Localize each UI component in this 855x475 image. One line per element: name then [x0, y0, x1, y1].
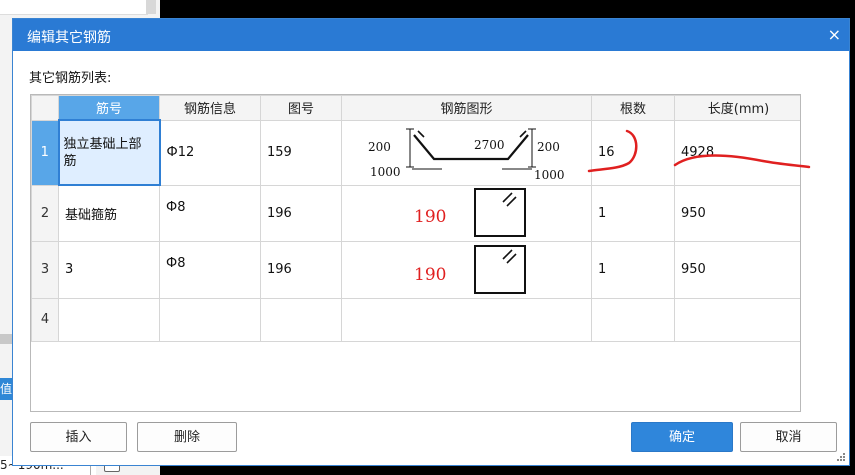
count-cell[interactable]: 1: [591, 240, 675, 299]
header-figure-number[interactable]: 图号: [260, 95, 342, 121]
figure-number-cell[interactable]: 159: [260, 119, 342, 186]
figure-number-cell[interactable]: [260, 297, 342, 342]
bar-shape-cell[interactable]: [341, 297, 592, 342]
figure-number-cell[interactable]: 196: [260, 184, 342, 242]
header-bar-shape[interactable]: 钢筋图形: [341, 95, 592, 121]
resize-grip-icon[interactable]: [836, 452, 846, 462]
bar-shape-cell[interactable]: 200 2700 200 1000 1000: [341, 119, 592, 186]
shape-right-bottom: 1000: [534, 168, 565, 182]
rebar-list-label: 其它钢筋列表:: [29, 71, 112, 86]
bar-shape-cell[interactable]: 190: [341, 184, 592, 242]
delete-button[interactable]: 删除: [137, 422, 237, 452]
bar-info-cell[interactable]: Ф12: [159, 119, 261, 186]
background-side-label: 值: [0, 378, 12, 400]
header-bar-number[interactable]: 筋号: [58, 95, 160, 121]
bar-info-cell[interactable]: [159, 297, 261, 342]
length-cell[interactable]: 4928: [674, 119, 800, 186]
background-gray-block: [0, 334, 12, 344]
count-cell[interactable]: 1: [591, 184, 675, 242]
row-number[interactable]: 3: [31, 240, 59, 299]
bar-info-cell[interactable]: Ф8: [159, 240, 261, 299]
bar-number-cell[interactable]: [58, 297, 160, 342]
length-cell[interactable]: [674, 297, 800, 342]
header-count[interactable]: 根数: [591, 95, 675, 121]
shape-left-bottom: 1000: [370, 165, 401, 179]
table-row[interactable]: 3 3 Ф8 196 190 1 950: [31, 240, 800, 299]
bar-shape-drawing: 200 2700 200 1000 1000: [368, 128, 565, 182]
bar-shape-cell[interactable]: 190: [341, 240, 592, 299]
row-number[interactable]: 2: [31, 184, 59, 242]
header-bar-info[interactable]: 钢筋信息: [159, 95, 261, 121]
edit-other-rebar-dialog: 编辑其它钢筋 × 其它钢筋列表: 筋号 钢筋信息 图号 钢筋图形 根数 长度(m…: [12, 18, 850, 466]
stirrup-size-label: 190: [414, 265, 446, 285]
length-cell[interactable]: 950: [674, 240, 800, 299]
bar-number-cell[interactable]: 独立基础上部筋: [57, 119, 161, 186]
bar-number-text: 独立基础上部筋: [63, 136, 142, 169]
cancel-button[interactable]: 取消: [740, 422, 837, 452]
count-cell[interactable]: 16: [591, 119, 675, 186]
ok-button[interactable]: 确定: [631, 422, 733, 452]
length-cell[interactable]: 950: [674, 184, 800, 242]
dialog-titlebar[interactable]: 编辑其它钢筋 ×: [13, 19, 849, 51]
insert-button[interactable]: 插入: [30, 422, 127, 452]
stirrup-size-label: 190: [414, 207, 446, 227]
shape-left-vertical: 200: [368, 140, 391, 154]
dialog-title: 编辑其它钢筋: [27, 30, 111, 46]
table-row[interactable]: 2 基础箍筋 Ф8 196 190 1 950: [31, 184, 800, 242]
shape-top-length: 2700: [474, 138, 505, 152]
close-icon[interactable]: ×: [828, 25, 841, 44]
bar-info-cell[interactable]: Ф8: [159, 184, 261, 242]
shape-right-vertical: 200: [537, 140, 560, 154]
figure-number-cell[interactable]: 196: [260, 240, 342, 299]
table-header-row: 筋号 钢筋信息 图号 钢筋图形 根数 长度(mm): [31, 95, 800, 121]
stirrup-drawing: 190: [414, 187, 526, 237]
table-row[interactable]: 4: [31, 297, 800, 342]
row-number[interactable]: 4: [31, 297, 59, 342]
background-toolbar-strip: [0, 0, 148, 15]
bar-number-cell[interactable]: 3: [58, 240, 160, 299]
header-corner: [31, 95, 59, 121]
table-row[interactable]: 1 独立基础上部筋 Ф12 159 200 2700 200 1000 1000…: [31, 119, 800, 186]
rebar-table: 筋号 钢筋信息 图号 钢筋图形 根数 长度(mm) 1 独立基础上部筋 Ф12 …: [30, 94, 801, 412]
stirrup-drawing: 190: [414, 244, 526, 294]
background-scrollbar: [146, 0, 156, 14]
header-length[interactable]: 长度(mm): [674, 95, 800, 121]
count-cell[interactable]: [591, 297, 675, 342]
bar-number-cell[interactable]: 基础箍筋: [58, 184, 160, 242]
row-number[interactable]: 1: [31, 119, 59, 186]
